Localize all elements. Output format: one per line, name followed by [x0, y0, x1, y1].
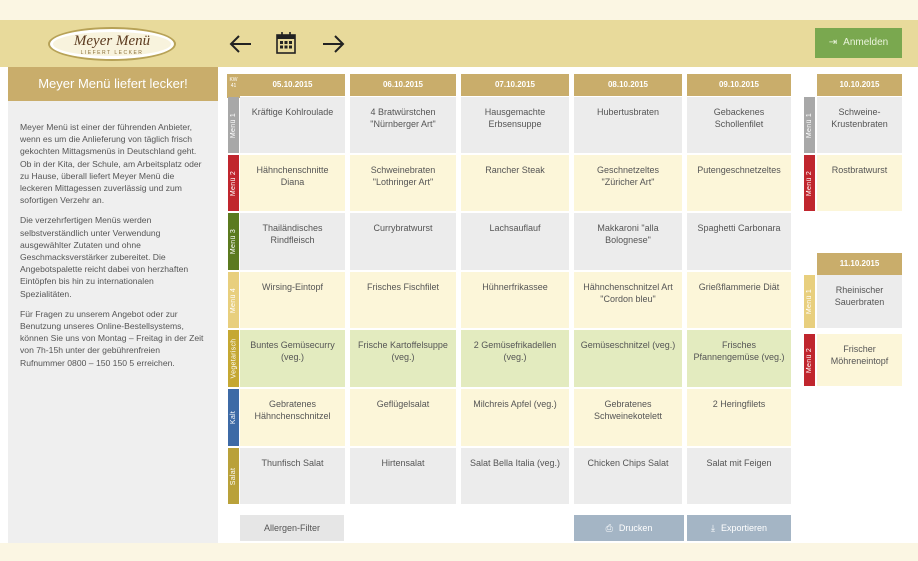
menu-cell[interactable]: Gebratenes Hähnchenschnitzel: [240, 389, 345, 446]
sidebar: Meyer Menü liefert lecker! Meyer Menü is…: [8, 67, 218, 543]
arrow-right-icon: [323, 35, 345, 53]
menu-cell[interactable]: Gebackenes Schollenfilet: [687, 97, 791, 153]
sidebar-paragraph: Meyer Menü ist einer der führenden Anbie…: [20, 122, 202, 206]
weekend-row-tab: Menü 1: [804, 275, 815, 328]
weekend-menu-cell[interactable]: Frischer Möhreneintopf: [817, 334, 902, 386]
date-header: 07.10.2015: [461, 74, 569, 96]
login-label: Anmelden: [843, 37, 889, 48]
menu-cell[interactable]: Kräftige Kohlroulade: [240, 97, 345, 153]
menu-cell[interactable]: Frisches Pfannengemüse (veg.): [687, 330, 791, 387]
menu-row-label: Menü 1: [230, 112, 237, 138]
menu-cell[interactable]: Thailändisches Rindfleisch: [240, 213, 345, 270]
menu-cell[interactable]: Geschnetzeltes "Züricher Art": [574, 155, 682, 211]
weekend-menu-cell[interactable]: Schweine-Krustenbraten: [817, 97, 902, 153]
weekend-row-tab: Menü 2: [804, 334, 815, 386]
menu-cell[interactable]: Hausgemachte Erbsensuppe: [461, 97, 569, 153]
menu-cell[interactable]: Frisches Fischfilet: [350, 272, 456, 328]
menu-cell[interactable]: Thunfisch Salat: [240, 448, 345, 504]
bottom-strip: [0, 543, 918, 561]
menu-cell[interactable]: Geflügelsalat: [350, 389, 456, 446]
menu-row-label: Kalt: [230, 410, 238, 425]
arrow-left-icon: [229, 35, 251, 53]
date-header: 09.10.2015: [687, 74, 791, 96]
weekend-row-tab: Menü 2: [804, 155, 815, 211]
menu-cell[interactable]: Makkaroni "alla Bolognese": [574, 213, 682, 270]
print-label: Drucken: [618, 523, 653, 533]
printer-icon: ⎙: [605, 524, 613, 534]
menu-row-label: Menü 2: [230, 170, 237, 196]
weekend-menu-cell[interactable]: Rheinischer Sauerbraten: [817, 275, 902, 328]
weekend-row-label: Menü 2: [806, 170, 813, 196]
menu-cell[interactable]: Hähnchenschnitte Diana: [240, 155, 345, 211]
menu-cell[interactable]: Lachsauflauf: [461, 213, 569, 270]
login-icon: ⇥: [828, 37, 838, 48]
menu-cell[interactable]: Schweinebraten "Lothringer Art": [350, 155, 456, 211]
date-header: 08.10.2015: [574, 74, 682, 96]
menu-cell[interactable]: Grießflammerie Diät: [687, 272, 791, 328]
menu-cell[interactable]: Hühnerfrikassee: [461, 272, 569, 328]
weekend-menu-cell[interactable]: Rostbratwurst: [817, 155, 902, 211]
menu-row-label: Menü 4: [230, 287, 237, 313]
menu-cell[interactable]: Putengeschnetzeltes: [687, 155, 791, 211]
logo[interactable]: Meyer Menü LIEFERT LECKER: [48, 27, 176, 61]
menu-cell[interactable]: Hubertusbraten: [574, 97, 682, 153]
calendar-icon: [276, 32, 296, 54]
calendar-week-badge: KW 41: [227, 74, 240, 98]
menu-cell[interactable]: 2 Gemüsefrikadellen (veg.): [461, 330, 569, 387]
menu-cell[interactable]: Milchreis Apfel (veg.): [461, 389, 569, 446]
menu-cell[interactable]: Salat Bella Italia (veg.): [461, 448, 569, 504]
menu-row-tab: Salat: [228, 448, 239, 504]
next-week-button[interactable]: [320, 32, 346, 56]
export-button[interactable]: ⤓ Exportieren: [687, 515, 791, 541]
menu-row-tab: Menü 1: [228, 97, 239, 153]
weekend-date-header: 11.10.2015: [817, 253, 902, 275]
menu-cell[interactable]: Currybratwurst: [350, 213, 456, 270]
menu-row-tab: Kalt: [228, 389, 239, 446]
weekend-row-tab: Menü 1: [804, 97, 815, 153]
top-strip: [0, 0, 918, 20]
weekend-row-label: Menü 2: [806, 347, 813, 373]
sidebar-text: Meyer Menü ist einer der führenden Anbie…: [8, 101, 218, 369]
export-label: Exportieren: [720, 523, 767, 533]
menu-cell[interactable]: 4 Bratwürstchen "Nürnberger Art": [350, 97, 456, 153]
sidebar-title: Meyer Menü liefert lecker!: [8, 67, 218, 101]
date-header: 06.10.2015: [350, 74, 456, 96]
menu-cell[interactable]: Chicken Chips Salat: [574, 448, 682, 504]
sidebar-paragraph: Die verzehrfertigen Menüs werden selbstv…: [20, 215, 189, 299]
calendar-button[interactable]: [276, 32, 296, 54]
menu-cell[interactable]: Spaghetti Carbonara: [687, 213, 791, 270]
menu-cell[interactable]: 2 Heringfilets: [687, 389, 791, 446]
menu-cell[interactable]: Wirsing-Eintopf: [240, 272, 345, 328]
logo-name: Meyer Menü: [73, 33, 151, 49]
header-bar: Meyer Menü LIEFERT LECKER: [0, 20, 918, 67]
menu-row-label: Vegetarisch: [230, 338, 238, 379]
download-icon: ⤓: [710, 524, 715, 534]
date-header: 05.10.2015: [240, 74, 345, 96]
weekend-row-label: Menü 1: [806, 288, 813, 315]
menu-cell[interactable]: Gemüseschnitzel (veg.): [574, 330, 682, 387]
menu-row-label: Menü 3: [230, 228, 237, 255]
menu-cell[interactable]: Hirtensalat: [350, 448, 456, 504]
sidebar-paragraph: Für Fragen zu unserem Angebot oder zur B…: [20, 308, 204, 368]
weekend-date-header: 10.10.2015: [817, 74, 902, 96]
allergen-filter-button[interactable]: Allergen-Filter: [240, 515, 344, 541]
menu-cell[interactable]: Rancher Steak: [461, 155, 569, 211]
kw-number: 41: [230, 83, 237, 89]
menu-row-label: Salat: [230, 467, 237, 485]
menu-row-tab: Menü 3: [228, 213, 239, 270]
menu-cell[interactable]: Gebratenes Schweinekotelett: [574, 389, 682, 446]
login-button[interactable]: ⇥ Anmelden: [815, 28, 902, 58]
weekend-row-label: Menü 1: [806, 112, 813, 138]
menu-cell[interactable]: Buntes Gemüsecurry (veg.): [240, 330, 345, 387]
menu-row-tab: Menü 2: [228, 155, 239, 211]
menu-cell[interactable]: Hähnchenschnitzel Art "Cordon bleu": [574, 272, 682, 328]
print-button[interactable]: ⎙ Drucken: [574, 515, 684, 541]
menu-cell[interactable]: Frische Kartoffelsuppe (veg.): [350, 330, 456, 387]
logo-tagline: LIEFERT LECKER: [80, 50, 144, 56]
menu-row-tab: Vegetarisch: [228, 330, 239, 387]
prev-week-button[interactable]: [228, 32, 254, 56]
menu-cell[interactable]: Salat mit Feigen: [687, 448, 791, 504]
menu-row-tab: Menü 4: [228, 272, 239, 328]
